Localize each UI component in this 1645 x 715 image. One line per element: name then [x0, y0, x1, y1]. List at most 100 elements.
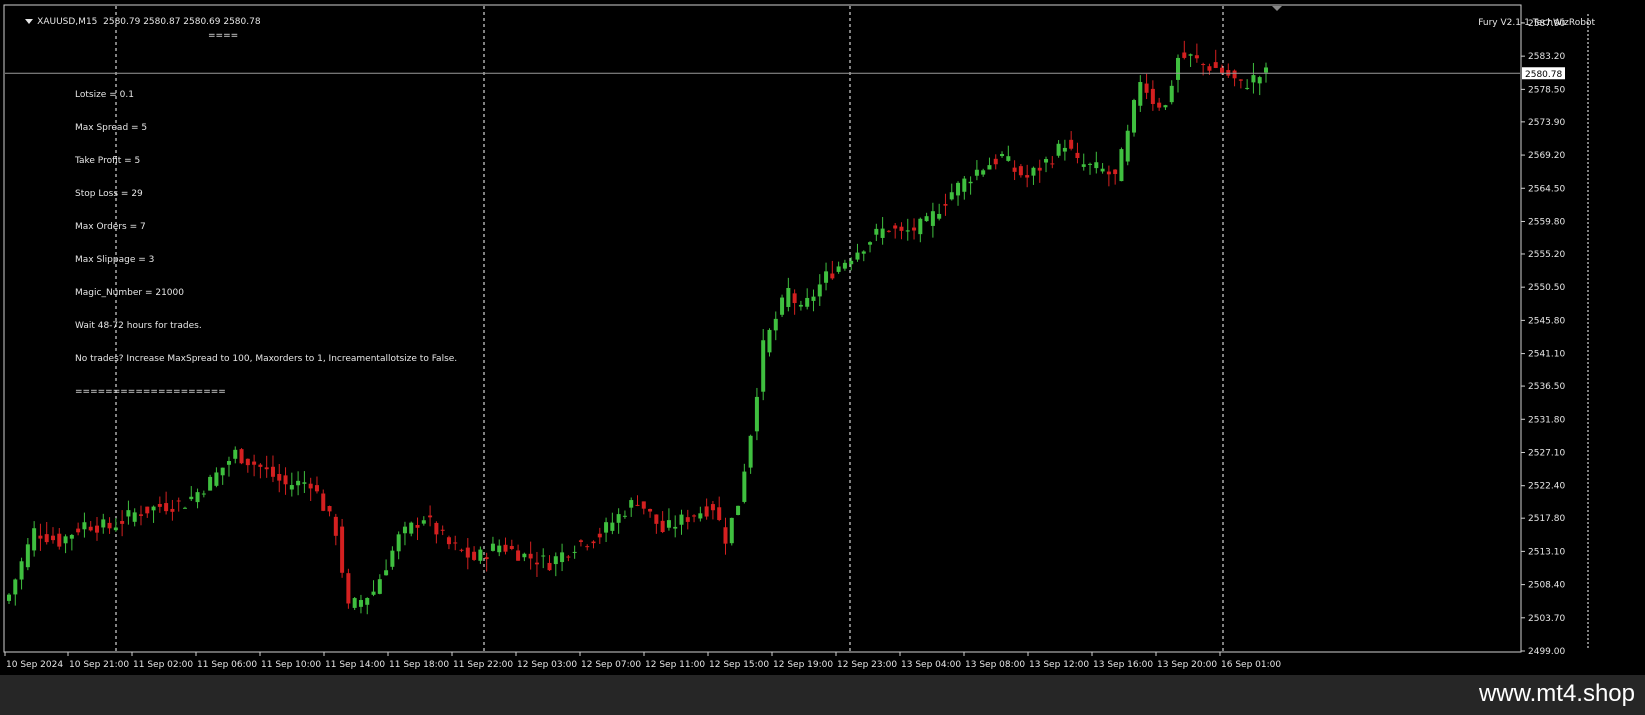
- candle-body-2: [19, 561, 24, 580]
- candle-body-15: [101, 519, 106, 528]
- candle-body-32: [208, 476, 213, 491]
- candle-body-151: [956, 182, 961, 196]
- x-tick-label-2: 11 Sep 02:00: [133, 660, 193, 670]
- candle-body-193: [1220, 67, 1225, 73]
- x-tick-label-1: 10 Sep 21:00: [69, 660, 129, 670]
- candle-body-138: [874, 228, 879, 235]
- y-tick-label-7: 2555.20: [1528, 250, 1565, 260]
- info-line-stop-loss: Stop Loss = 29: [75, 189, 143, 199]
- y-tick-label-1: 2583.20: [1528, 52, 1565, 62]
- candle-body-48: [308, 483, 313, 489]
- candle-body-148: [937, 213, 942, 219]
- candle-body-94: [597, 533, 602, 538]
- candle-body-142: [899, 226, 904, 231]
- candle-body-42: [270, 466, 275, 477]
- candle-body-109: [692, 515, 697, 517]
- candle-body-124: [786, 287, 791, 307]
- x-tick-label-9: 12 Sep 07:00: [581, 660, 641, 670]
- candle-body-26: [170, 508, 175, 512]
- candle-body-123: [780, 297, 785, 315]
- info-line-lotsize: Lotsize = 0.1: [75, 90, 134, 100]
- x-tick-label-13: 12 Sep 23:00: [837, 660, 897, 670]
- candle-body-78: [497, 545, 502, 553]
- chart-window[interactable]: 2587.90 2583.20 2578.50 2573.90 2569.20 2564.…: [0, 0, 1645, 675]
- x-tick-label-6: 11 Sep 18:00: [389, 660, 449, 670]
- candle-body-24: [157, 503, 162, 507]
- x-tick-label-5: 11 Sep 14:00: [325, 660, 385, 670]
- candle-body-186: [1176, 57, 1181, 80]
- candle-body-71: [453, 542, 458, 544]
- candle-body-108: [685, 517, 690, 522]
- info-panel: Lotsize = 0.1 Max Spread = 5 Take Profit…: [75, 68, 457, 420]
- candle-body-75: [478, 549, 483, 561]
- candle-body-10: [69, 534, 74, 539]
- candle-body-107: [679, 514, 684, 525]
- candle-body-163: [1031, 167, 1036, 176]
- candle-body-110: [698, 513, 703, 519]
- candle-body-35: [226, 461, 231, 465]
- candle-body-106: [673, 526, 678, 529]
- candle-body-161: [1018, 166, 1023, 176]
- candle-body-86: [547, 562, 552, 571]
- candle-body-192: [1213, 62, 1218, 68]
- y-tick-label-5: 2564.50: [1528, 184, 1565, 194]
- y-tick-label-2: 2578.50: [1528, 85, 1565, 95]
- x-tick-label-10: 12 Sep 11:00: [645, 660, 705, 670]
- candle-body-18: [120, 521, 125, 524]
- candle-body-96: [610, 522, 615, 531]
- candle-body-97: [616, 514, 621, 523]
- candle-body-117: [742, 471, 747, 502]
- candle-body-41: [264, 467, 269, 470]
- candle-body-79: [503, 544, 508, 552]
- candle-body-31: [201, 493, 206, 495]
- candle-body-157: [993, 158, 998, 165]
- candle-body-198: [1251, 75, 1256, 83]
- candle-body-50: [321, 493, 326, 511]
- candle-body-179: [1132, 100, 1137, 133]
- candle-body-129: [817, 284, 822, 297]
- candle-body-36: [233, 449, 238, 459]
- candle-body-43: [277, 474, 282, 481]
- candle-body-28: [182, 507, 187, 509]
- candle-body-77: [490, 543, 495, 551]
- candle-body-176: [1113, 169, 1118, 175]
- dropdown-triangle-icon[interactable]: [25, 19, 34, 24]
- quote-values: 2580.79 2580.87 2580.69 2580.78: [103, 17, 261, 27]
- candle-body-83: [528, 553, 533, 559]
- y-tick-label-10: 2541.10: [1528, 350, 1565, 360]
- expert-advisor-label[interactable]: Fury V2.1-1 TechWizRobot: [1461, 7, 1595, 40]
- candle-body-90: [572, 551, 577, 553]
- candle-body-101: [641, 501, 646, 509]
- info-line-no-trades: No trades? Increase MaxSpread to 100, Ma…: [75, 354, 458, 364]
- candle-body-140: [886, 230, 891, 232]
- candle-body-44: [283, 475, 288, 485]
- info-line-max-orders: Max Orders = 7: [75, 222, 146, 232]
- candle-body-156: [987, 165, 992, 170]
- candle-body-20: [132, 512, 137, 522]
- candle-body-88: [560, 552, 565, 563]
- candle-body-164: [1037, 167, 1042, 171]
- candle-body-21: [138, 514, 143, 516]
- candle-body-70: [446, 537, 451, 545]
- info-line-wait: Wait 48-72 hours for trades.: [75, 321, 202, 331]
- candle-body-178: [1125, 130, 1130, 162]
- candle-body-68: [434, 522, 439, 535]
- candle-body-1: [13, 579, 18, 595]
- ea-name: Fury V2.1-1 TechWizRobot: [1478, 18, 1595, 28]
- candle-body-145: [918, 218, 923, 235]
- candle-body-7: [50, 535, 55, 541]
- candle-body-60: [384, 570, 389, 576]
- y-tick-label-11: 2536.50: [1528, 382, 1565, 392]
- candle-body-112: [710, 504, 715, 511]
- candle-body-126: [798, 304, 803, 307]
- y-tick-label-9: 2545.80: [1528, 316, 1565, 326]
- candle-body-167: [1056, 143, 1061, 156]
- x-tick-label-15: 13 Sep 08:00: [965, 660, 1025, 670]
- candle-body-158: [1000, 154, 1005, 157]
- candle-body-65: [415, 524, 420, 528]
- candle-body-62: [396, 534, 401, 552]
- candle-body-56: [358, 600, 363, 607]
- candle-body-93: [591, 541, 596, 544]
- x-tick-label-8: 12 Sep 03:00: [517, 660, 577, 670]
- candle-body-130: [824, 271, 829, 283]
